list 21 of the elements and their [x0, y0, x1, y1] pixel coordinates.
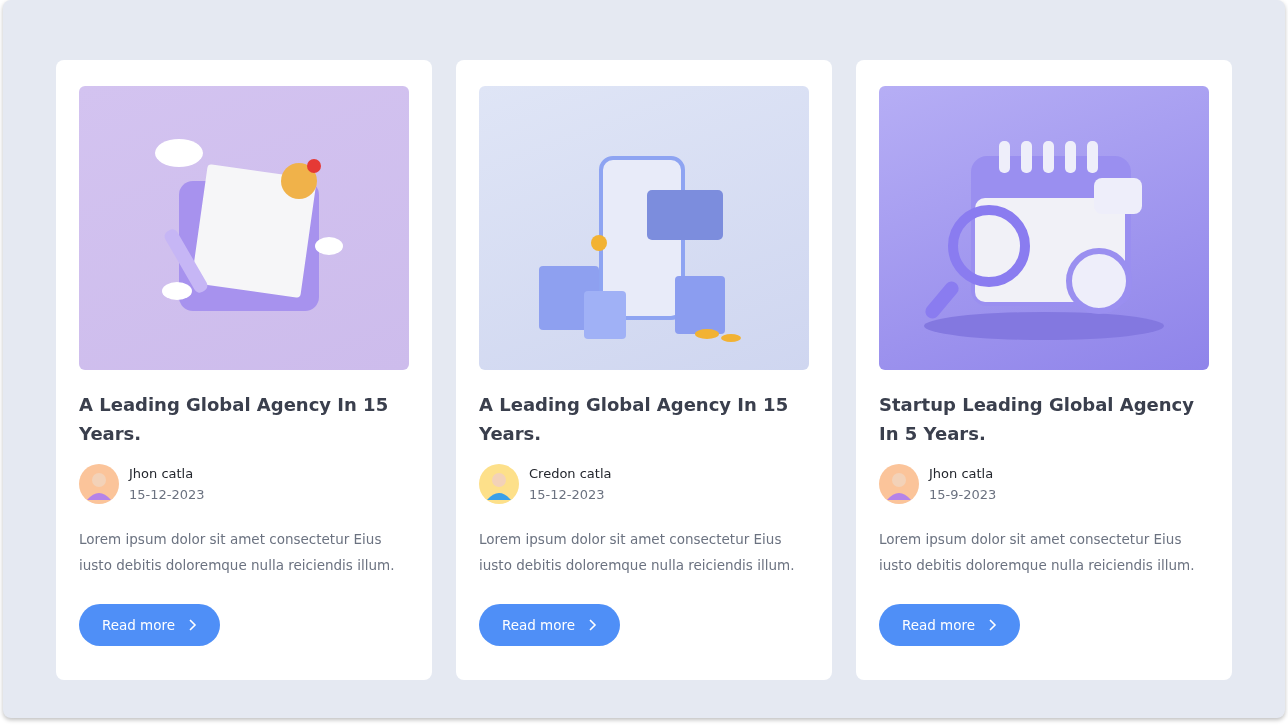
chevron-right-icon [187, 618, 198, 632]
avatar-icon [79, 464, 119, 504]
card-title: A Leading Global Agency In 15 Years. [479, 393, 790, 446]
author-name: Jhon catla [929, 466, 995, 481]
post-date: 15-9-2023 [929, 487, 997, 502]
card-excerpt: Lorem ipsum dolor sit amet consectetur Eius iusto debitis doloremque nulla reiciendis illum. [479, 530, 796, 575]
card-excerpt: Lorem ipsum dolor sit amet consectetur Eius iusto debitis doloremque nulla reiciendis illum. [879, 530, 1196, 575]
chevron-right-icon [987, 618, 998, 632]
avatar-icon [879, 464, 919, 504]
card-title: A Leading Global Agency In 15 Years. [79, 393, 390, 446]
card-title: Startup Leading Global Agency In 5 Years. [879, 393, 1196, 446]
read-more-button[interactable]: Read more [79, 604, 220, 646]
post-date: 15-12-2023 [529, 487, 606, 502]
chevron-right-icon [587, 618, 598, 632]
card-excerpt: Lorem ipsum dolor sit amet consectetur Eius iusto debitis doloremque nulla reiciendis illum. [79, 530, 396, 575]
author-name: Credon catla [529, 466, 612, 481]
read-more-button[interactable]: Read more [879, 604, 1020, 646]
author-name: Jhon catla [129, 466, 195, 481]
post-date: 15-12-2023 [129, 487, 205, 502]
read-more-button[interactable]: Read more [479, 604, 620, 646]
avatar-icon [479, 464, 519, 504]
